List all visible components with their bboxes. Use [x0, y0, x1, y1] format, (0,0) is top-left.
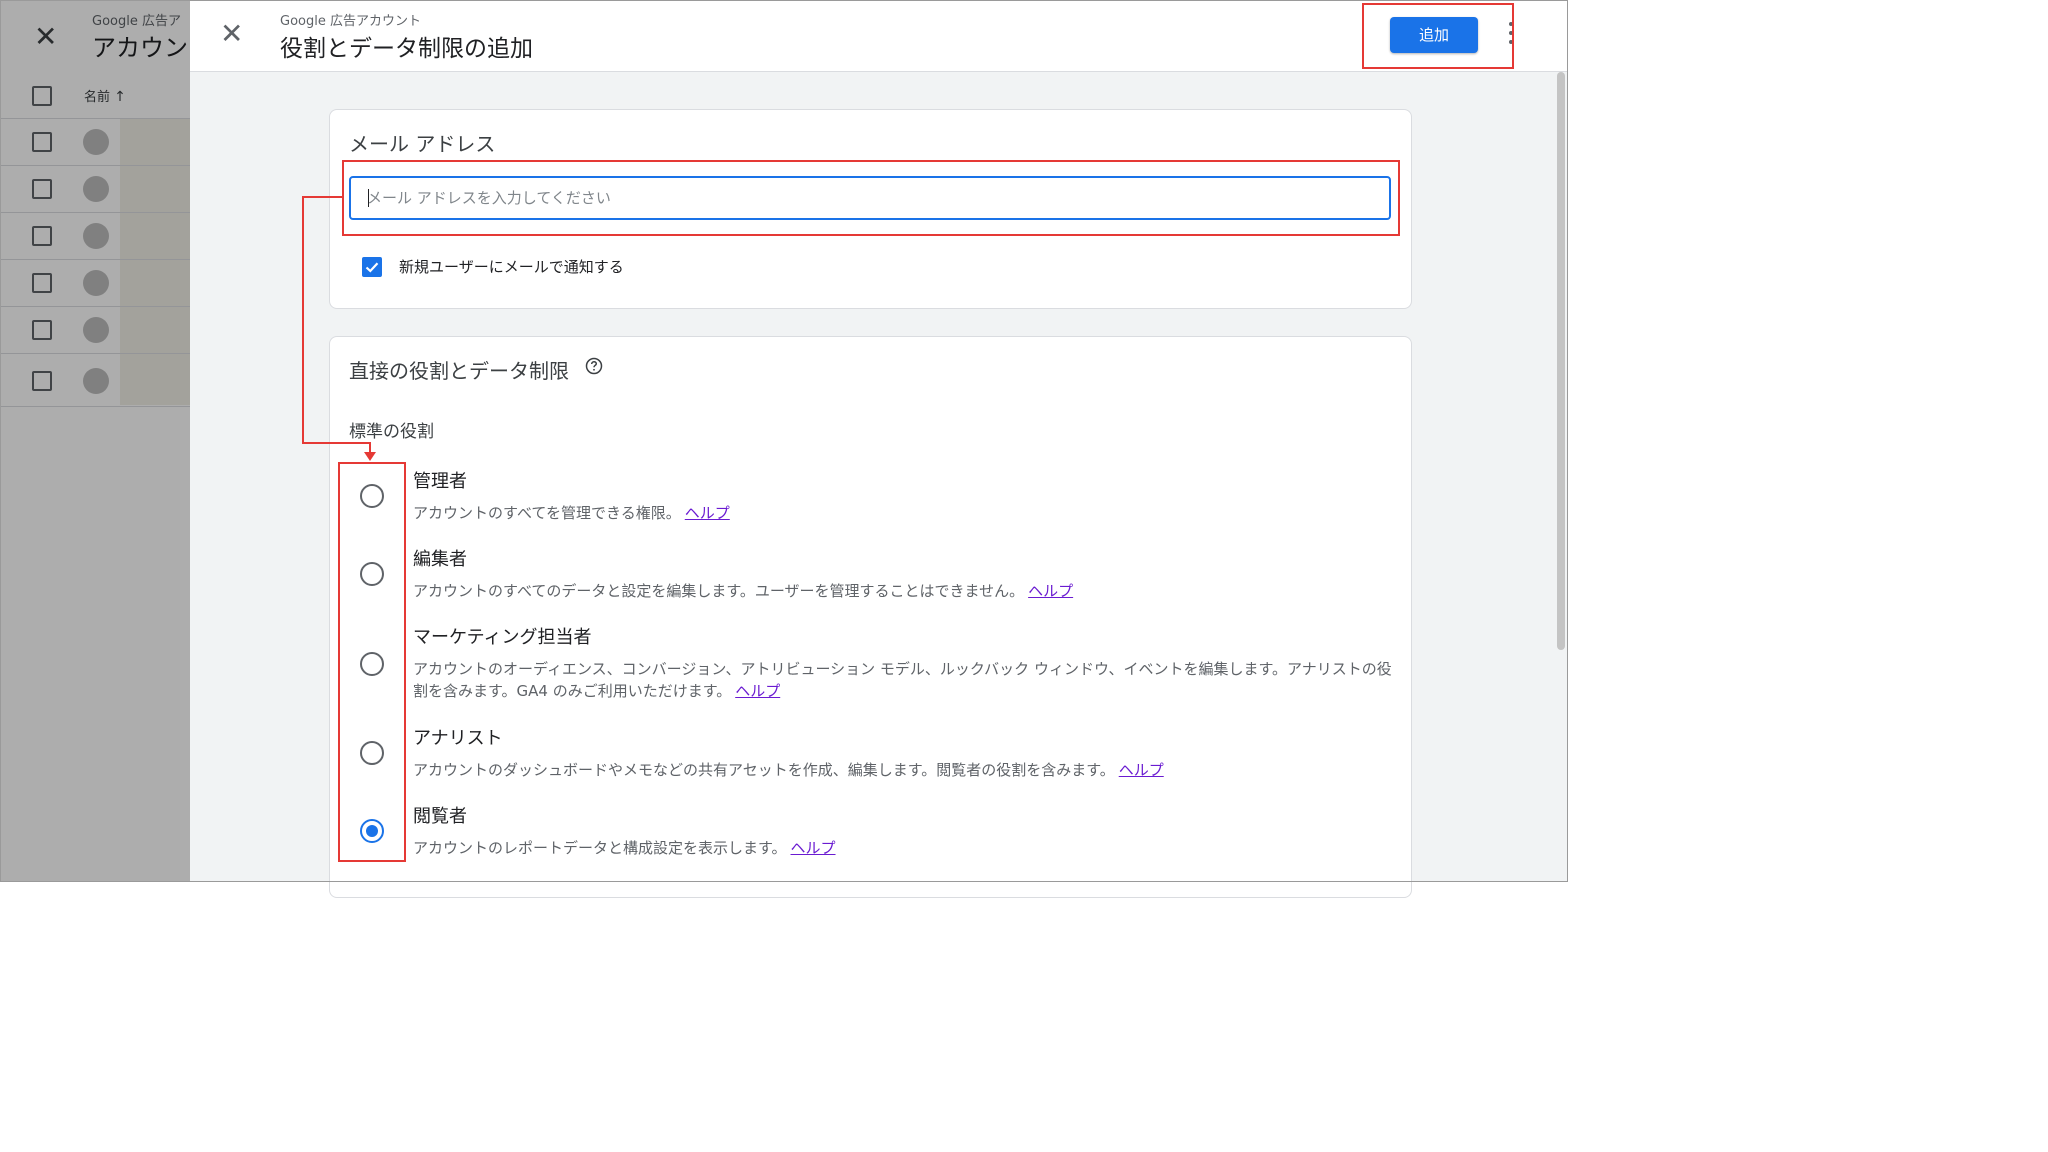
scrollbar-thumb[interactable]	[1557, 72, 1565, 650]
dialog-header: ✕ Google 広告アカウント 役割とデータ制限の追加 追加	[190, 0, 1568, 72]
radio-button[interactable]	[360, 741, 384, 765]
annotation-connector	[302, 196, 342, 198]
radio-button[interactable]	[360, 562, 384, 586]
role-name: 閲覧者	[413, 806, 467, 827]
add-role-dialog: ✕ Google 広告アカウント 役割とデータ制限の追加 追加 メール アドレス…	[190, 0, 1568, 898]
help-link[interactable]: ヘルプ	[1119, 761, 1164, 779]
role-description: アカウントのオーディエンス、コンバージョン、アトリビューション モデル、ルックバ…	[413, 660, 1392, 700]
notify-checkbox[interactable]	[362, 257, 382, 277]
email-field[interactable]	[349, 176, 1391, 220]
annotation-arrow	[364, 452, 376, 461]
email-input[interactable]	[351, 178, 1377, 218]
radio-button[interactable]	[360, 652, 384, 676]
help-link[interactable]: ヘルプ	[791, 839, 836, 857]
roles-section-title: 直接の役割とデータ制限	[349, 359, 569, 383]
radio-button-selected[interactable]	[360, 819, 384, 843]
annotation-connector	[302, 442, 370, 444]
notify-label: 新規ユーザーにメールで通知する	[399, 258, 624, 276]
text-caret	[368, 189, 369, 207]
close-icon[interactable]: ✕	[220, 18, 243, 50]
modal-scrim[interactable]	[0, 0, 190, 882]
role-name: 編集者	[413, 549, 467, 570]
role-name: アナリスト	[413, 728, 503, 749]
dialog-title: 役割とデータ制限の追加	[280, 36, 533, 62]
more-vert-icon[interactable]	[1508, 22, 1514, 46]
role-description: アカウントのレポートデータと構成設定を表示します。 ヘルプ	[413, 839, 836, 857]
help-link[interactable]: ヘルプ	[1028, 582, 1073, 600]
role-description: アカウントのダッシュボードやメモなどの共有アセットを作成、編集します。閲覧者の役…	[413, 761, 1164, 779]
help-link[interactable]: ヘルプ	[735, 682, 780, 700]
help-link[interactable]: ヘルプ	[685, 504, 730, 522]
add-button[interactable]: 追加	[1390, 17, 1478, 53]
radio-button[interactable]	[360, 484, 384, 508]
role-description: アカウントのすべてのデータと設定を編集します。ユーザーを管理することはできません…	[413, 582, 1074, 600]
check-icon	[365, 262, 379, 273]
email-section-title: メール アドレス	[349, 132, 496, 156]
help-icon[interactable]	[585, 357, 603, 375]
role-name: マーケティング担当者	[413, 627, 592, 648]
email-card: メール アドレス 新規ユーザーにメールで通知する	[329, 109, 1412, 309]
roles-card: 直接の役割とデータ制限 標準の役割 管理者 アカウントのすべてを管理できる権限。…	[329, 336, 1412, 898]
role-description: アカウントのすべてを管理できる権限。 ヘルプ	[413, 504, 730, 522]
standard-roles-label: 標準の役割	[349, 422, 434, 442]
annotation-connector	[302, 196, 304, 444]
role-name: 管理者	[413, 471, 467, 492]
dialog-subtitle: Google 広告アカウント	[280, 14, 421, 29]
